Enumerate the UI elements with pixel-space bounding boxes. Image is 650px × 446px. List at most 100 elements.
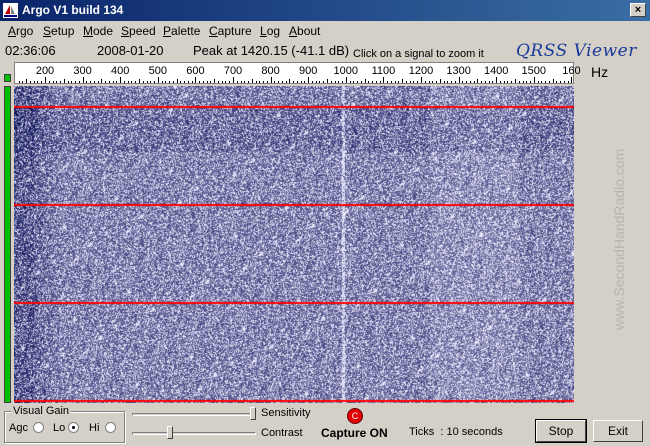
unit-label: Hz [591,64,609,80]
waterfall-display[interactable] [14,86,574,403]
scale-tick [518,81,520,83]
scale-tick [293,81,295,83]
scale-tick [481,81,483,83]
scale-tick [417,81,419,83]
frequency-scale[interactable]: 200 300 400 500 600 700 800 900 1000 1100 1200 1300… [14,62,581,84]
scale-tick [315,81,317,83]
scale-tick [165,81,167,83]
scale-tick [97,81,99,83]
scale-tick [496,77,498,83]
scale-tick [451,81,453,83]
scale-tick [515,79,516,83]
scale-label-1000: 1000 [333,65,359,77]
scale-tick [120,77,122,83]
scale-tick [375,81,377,83]
contrast-thumb[interactable] [167,426,174,439]
scale-tick [139,79,140,83]
scale-tick [458,77,460,83]
scale-label-500: 500 [148,65,167,77]
menu-speed[interactable]: Speed [121,24,156,38]
scale-tick [63,79,65,83]
menu-log[interactable]: Log [260,24,280,38]
scale-tick [368,81,370,83]
scale-tick [413,81,415,83]
scale-label-200: 200 [35,65,55,77]
lo-label: Lo [53,422,66,434]
scale-tick [357,81,359,83]
scale-tick [263,81,265,83]
scale-tick [469,81,471,83]
scale-tick [71,81,73,83]
argo-window: Argo V1 build 134 × Argo Setup Mode Spee… [0,0,650,446]
scale-tick [150,81,152,83]
scale-tick [266,81,268,83]
agc-label: Agc [9,422,28,434]
scale-tick [154,81,156,83]
sensitivity-track [132,413,256,416]
title-bar: Argo V1 build 134 × [0,0,650,21]
menu-mode[interactable]: Mode [83,24,113,38]
scale-tick [311,81,313,83]
scale-tick [199,81,201,83]
lo-radio[interactable] [68,422,79,433]
scale-tick [210,81,212,83]
menu-palette[interactable]: Palette [163,24,200,38]
window-title: Argo V1 build 134 [22,3,124,17]
close-button[interactable]: × [630,3,646,17]
scale-tick [537,81,539,83]
scale-tick [349,81,351,83]
scale-tick [274,81,276,83]
menu-setup[interactable]: Setup [43,24,74,38]
time-readout: 02:36:06 [5,43,56,58]
exit-button[interactable]: Exit [593,420,643,442]
scale-tick [221,81,223,83]
scale-tick [41,81,43,83]
scale-tick [383,77,385,83]
scale-tick [552,79,554,83]
scale-tick [511,81,513,83]
scale-tick [22,81,24,83]
scale-tick [364,79,366,83]
menu-argo[interactable]: Argo [8,24,33,38]
scale-tick [327,79,328,83]
scale-tick [60,81,62,83]
scale-tick [191,81,193,83]
agc-radio[interactable] [33,422,44,433]
scale-tick [259,81,261,83]
scale-tick [142,81,144,83]
scale-tick [439,79,441,83]
contrast-slider[interactable] [132,426,256,440]
scale-tick [394,81,396,83]
scale-tick [567,81,569,83]
scale-tick [248,81,250,83]
scale-label-1300: 1300 [446,65,471,77]
sailboat-icon [3,3,18,18]
scale-tick [563,81,565,83]
scale-tick [78,81,80,83]
scale-tick [180,81,182,83]
signal-meter [4,86,11,403]
menu-capture[interactable]: Capture [209,24,252,38]
scale-tick [443,81,445,83]
scale-tick [522,81,524,83]
scale-label-700: 700 [223,65,243,77]
hi-radio[interactable] [105,422,116,433]
menu-about[interactable]: About [289,24,320,38]
scale-tick [26,79,28,83]
watermark-text: www.SecondHandRadio.com [611,149,627,330]
scale-tick [342,81,344,83]
sensitivity-thumb[interactable] [250,407,256,420]
scale-tick [285,81,287,83]
stop-button[interactable]: Stop [535,419,587,443]
scale-tick [244,81,246,83]
scale-tick [206,81,208,83]
scale-tick [240,81,242,83]
scale-tick [233,77,234,83]
scale-tick [308,77,310,83]
scale-label-1100: 1100 [371,65,396,77]
scale-tick [37,81,39,83]
sensitivity-slider[interactable] [132,407,256,421]
peak-readout: Peak at 1420.15 (-41.1 dB) [193,43,350,58]
scale-tick [499,81,501,83]
scale-tick [530,81,532,83]
